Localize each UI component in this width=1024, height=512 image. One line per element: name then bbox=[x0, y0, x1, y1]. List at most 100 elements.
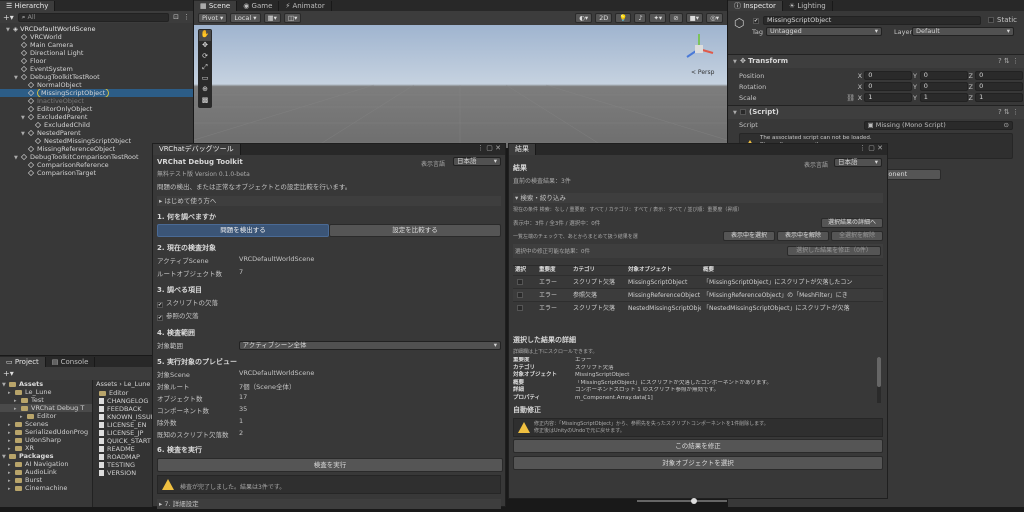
component-enabled-checkbox[interactable] bbox=[740, 109, 746, 115]
pivot-dropdown[interactable]: Pivot ▾ bbox=[198, 13, 228, 23]
tag-dropdown[interactable]: Untagged ▾ bbox=[766, 27, 882, 36]
active-checkbox[interactable]: ✔ bbox=[753, 18, 759, 24]
deselect-all-button[interactable]: 全選択を解除 bbox=[831, 231, 883, 241]
table-row[interactable]: エラー スクリプト欠落 MissingScriptObject 「MissingScr… bbox=[513, 275, 883, 288]
rotation-field[interactable]: 0 bbox=[864, 82, 913, 91]
row-checkbox[interactable] bbox=[517, 279, 523, 285]
results-lang-dropdown[interactable]: 日本語 ▾ bbox=[834, 158, 882, 167]
hierarchy-item[interactable]: ExcludedChild bbox=[0, 121, 193, 129]
grid-snap-button[interactable]: ▦▾ bbox=[263, 13, 281, 23]
project-folder-item[interactable]: ▸ UdonSharp bbox=[0, 436, 92, 444]
script-component-header[interactable]: ▼ (Script) ? ⇅ ⋮ bbox=[728, 106, 1024, 119]
tab-game[interactable]: ◉ Game bbox=[237, 0, 280, 11]
project-folder-item[interactable]: ▸ Burst bbox=[0, 476, 92, 484]
column-header[interactable]: 対象オブジェクト bbox=[626, 266, 701, 275]
more-icon[interactable]: ⋮ bbox=[183, 13, 190, 21]
tab-animator[interactable]: ⚡ Animator bbox=[279, 0, 332, 11]
select-shown-button[interactable]: 表示中を選択 bbox=[723, 231, 775, 241]
row-checkbox[interactable] bbox=[517, 305, 523, 311]
object-name-field[interactable]: MissingScriptObject bbox=[763, 16, 981, 25]
shading-mode-button[interactable]: ◐▾ bbox=[575, 13, 593, 23]
project-folder-item[interactable]: ▸ XR bbox=[0, 444, 92, 452]
project-folder-item[interactable]: ▸ Cinemachine bbox=[0, 484, 92, 492]
hand-tool-icon[interactable]: ✋ bbox=[199, 30, 211, 41]
scale-tool-icon[interactable]: ⤢ bbox=[199, 63, 211, 74]
detail-scrollbar[interactable] bbox=[877, 357, 881, 403]
component-menu-icon[interactable]: ? ⇅ ⋮ bbox=[998, 55, 1019, 68]
column-header[interactable]: 選択 bbox=[513, 266, 537, 275]
project-folder-item[interactable]: ▼ Assets bbox=[0, 380, 92, 388]
row-checkbox[interactable] bbox=[517, 292, 523, 298]
fix-selected-button[interactable]: 選択した結果を修正（0件） bbox=[787, 246, 881, 256]
tab-lighting[interactable]: ☀ Lighting bbox=[782, 0, 833, 11]
tab-project[interactable]: ▭ Project bbox=[0, 356, 46, 367]
project-folder-item[interactable]: ▸ Le_Lune bbox=[0, 388, 92, 396]
table-row[interactable]: エラー スクリプト欠落 NestedMissingScriptObject 「Nest… bbox=[513, 301, 883, 314]
table-row[interactable]: エラー 参照欠落 MissingReferenceObject 「MissingRef… bbox=[513, 288, 883, 301]
scene-viewport[interactable]: ✋ ✥ ⟳ ⤢ ▭ ⊕ ▩ < Persp bbox=[194, 25, 727, 148]
project-folder-item[interactable]: ▸ AI Navigation bbox=[0, 460, 92, 468]
tab-hierarchy[interactable]: ☰ Hierarchy bbox=[0, 0, 56, 11]
breadcrumb-assets[interactable]: Assets bbox=[96, 380, 117, 388]
range-dropdown[interactable]: アクティブシーン全体 ▾ bbox=[238, 340, 501, 350]
tab-scene[interactable]: ▦ Scene bbox=[194, 0, 238, 11]
add-icon[interactable]: +▾ bbox=[3, 369, 14, 378]
scale-field[interactable]: 1 bbox=[919, 93, 968, 102]
2d-toggle[interactable]: 2D bbox=[595, 13, 613, 23]
hierarchy-item[interactable]: InactiveObject bbox=[0, 97, 193, 105]
hierarchy-item[interactable]: Floor bbox=[0, 57, 193, 65]
check-missing-script[interactable]: ✔ スクリプトの欠落 bbox=[157, 297, 501, 308]
column-header[interactable]: カテゴリ bbox=[571, 266, 626, 275]
link-icon[interactable]: ⛓ bbox=[846, 94, 857, 102]
effects-toggle-icon[interactable]: ✦▾ bbox=[649, 13, 667, 23]
transform-header[interactable]: ▼ ✥ Transform ? ⇅ ⋮ bbox=[728, 55, 1024, 68]
hidden-objects-icon[interactable]: ⊘ bbox=[669, 13, 683, 23]
zoom-slider[interactable] bbox=[637, 498, 727, 504]
position-field[interactable]: 0 bbox=[919, 71, 968, 80]
advanced-settings-foldout[interactable]: ▸ 7. 詳細設定 bbox=[157, 499, 501, 509]
window-controls-icon[interactable]: ⋮ ▢ ✕ bbox=[477, 144, 501, 152]
project-folder-item[interactable]: ▼ Packages bbox=[0, 452, 92, 460]
check-missing-reference[interactable]: ✔ 参照の欠落 bbox=[157, 310, 501, 321]
orientation-gizmo-icon[interactable] bbox=[681, 31, 717, 67]
hierarchy-item[interactable]: EventSystem bbox=[0, 65, 193, 73]
select-target-object-button[interactable]: 対象オブジェクトを選択 bbox=[513, 456, 883, 470]
lighting-toggle-icon[interactable]: 💡 bbox=[615, 13, 632, 23]
hierarchy-item[interactable]: NormalObject bbox=[0, 81, 193, 89]
audio-toggle-icon[interactable]: ♪ bbox=[634, 13, 647, 23]
camera-settings-icon[interactable]: ■▾ bbox=[685, 13, 704, 23]
run-inspection-button[interactable]: 検査を実行 bbox=[157, 458, 503, 472]
to-details-button[interactable]: 選択結果の詳細へ bbox=[821, 218, 883, 228]
script-field[interactable]: ▣ Missing (Mono Script) ⊙ bbox=[863, 120, 1013, 130]
scale-field[interactable]: 1 bbox=[975, 93, 1024, 102]
deselect-shown-button[interactable]: 表示中を解除 bbox=[777, 231, 829, 241]
position-field[interactable]: 0 bbox=[975, 71, 1024, 80]
project-folder-item[interactable]: ▸ Test bbox=[0, 396, 92, 404]
gizmos-icon[interactable]: ◎▾ bbox=[706, 13, 723, 23]
breadcrumb-le-lune[interactable]: Le_Lune bbox=[124, 380, 151, 388]
transform-tool-icon[interactable]: ⊕ bbox=[199, 85, 211, 96]
hierarchy-item[interactable]: Directional Light bbox=[0, 49, 193, 57]
filter-foldout[interactable]: ▾ 検索・絞り込み bbox=[513, 193, 883, 203]
hierarchy-item[interactable]: EditorOnlyObject bbox=[0, 105, 193, 113]
hierarchy-item[interactable]: ▼ NestedParent bbox=[0, 129, 193, 137]
detect-issues-button[interactable]: 問題を検出する bbox=[157, 224, 329, 237]
column-header[interactable]: 重要度 bbox=[537, 266, 571, 275]
scene-row[interactable]: ▼ ◈ VRCDefaultWorldScene bbox=[0, 25, 193, 33]
project-folder-item[interactable]: ▸ Scenes bbox=[0, 420, 92, 428]
tab-inspector[interactable]: ⓘ Inspector bbox=[728, 0, 783, 11]
hierarchy-item[interactable]: MissingScriptObject bbox=[0, 89, 193, 97]
project-folder-item[interactable]: ▸ SerializedUdonProg bbox=[0, 428, 92, 436]
project-folder-item[interactable]: ▸ Editor bbox=[0, 412, 92, 420]
tab-results[interactable]: 結果 bbox=[509, 144, 536, 155]
scale-field[interactable]: 1 bbox=[864, 93, 913, 102]
fix-this-button[interactable]: この結果を修正 bbox=[513, 439, 883, 453]
zoom-slider-thumb[interactable] bbox=[691, 498, 697, 504]
scrollbar-thumb[interactable] bbox=[877, 357, 881, 387]
projection-label[interactable]: < Persp bbox=[691, 69, 714, 76]
move-tool-icon[interactable]: ✥ bbox=[199, 41, 211, 52]
hierarchy-item[interactable]: VRCWorld bbox=[0, 33, 193, 41]
compare-settings-button[interactable]: 設定を比較する bbox=[329, 224, 501, 237]
rotation-field[interactable]: 0 bbox=[975, 82, 1024, 91]
howto-foldout[interactable]: ▸ はじめて使う方へ bbox=[157, 196, 501, 206]
